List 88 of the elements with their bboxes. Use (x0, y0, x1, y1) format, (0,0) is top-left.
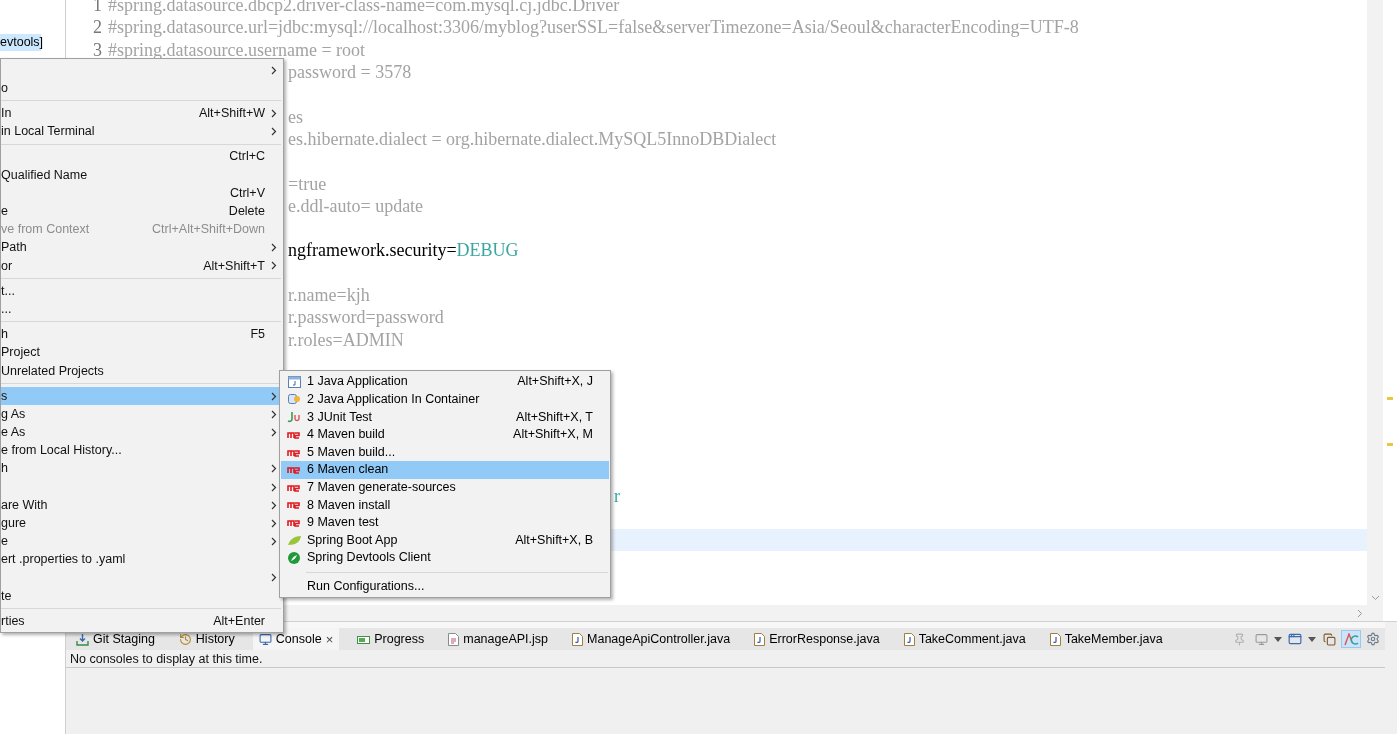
menu-item[interactable]: gure (1, 514, 283, 533)
line-number: 3 (92, 40, 102, 59)
line-number: 1 (92, 0, 102, 15)
menu-item[interactable]: ... (1, 300, 283, 319)
code-text: password = 3578 (288, 62, 412, 83)
view-tab[interactable]: Git Staging (70, 628, 161, 650)
maven-icon (287, 518, 301, 528)
maven-icon (287, 430, 301, 440)
menu-item[interactable]: rties Alt+Enter (1, 612, 283, 631)
gear-window-icon (287, 393, 301, 406)
menu-item[interactable]: 2 Java Application In Container (281, 390, 609, 409)
menu-item[interactable]: Project (1, 343, 283, 362)
menu-item[interactable]: e from Local History... (1, 441, 283, 460)
leaf-icon (286, 534, 302, 546)
menu-item[interactable]: 4 Maven build Alt+Shift+X, M (281, 425, 609, 444)
menu-item[interactable]: 9 Maven test (281, 513, 609, 532)
maven-icon (287, 465, 301, 475)
menu-item[interactable]: 1 Java Application Alt+Shift+X, J (281, 373, 609, 391)
menu-item[interactable]: h (1, 459, 283, 478)
view-tab[interactable]: TakeComment.java (897, 628, 1032, 650)
menu-item[interactable]: 3 JUnit Test Alt+Shift+X, T (281, 408, 609, 426)
tree-item[interactable]: evtools] (0, 34, 41, 51)
menu-item[interactable]: e As (1, 423, 283, 442)
menu-item[interactable]: 5 Maven build... (281, 443, 609, 461)
code-text: e.ddl-auto= update (288, 195, 424, 216)
code-text: #spring.datasource.url=jdbc:mysql://localhost:3306/myblog?userSSL=false&serverTimezone=Asia/Seoul&characterEncoding=UTF-8 (108, 17, 1079, 38)
java-file-icon (572, 632, 584, 646)
vertical-scrollbar[interactable] (1367, 0, 1383, 621)
leaf-circle-icon (288, 551, 300, 564)
view-tab[interactable]: ErrorResponse.java (748, 628, 886, 650)
maven-icon (287, 500, 301, 510)
view-tab[interactable]: Console × (252, 628, 340, 650)
menu-item[interactable]: Path (1, 238, 283, 257)
menu-item[interactable]: or Alt+Shift+T (1, 256, 283, 276)
scroll-right-icon[interactable] (1357, 608, 1363, 618)
menu-item[interactable]: te (1, 587, 283, 606)
menu-item[interactable]: g As (1, 405, 283, 424)
code-text: r (614, 485, 620, 506)
menu-item[interactable]: ert .properties to .yaml (1, 550, 283, 569)
java-file-icon (754, 632, 766, 646)
menu-item[interactable]: e Delete (1, 202, 283, 221)
java-file-icon (903, 632, 915, 646)
code-text: r.roles=ADMIN (288, 329, 404, 350)
code-text: r.name=kjh (288, 285, 370, 305)
code-text: =true (288, 173, 327, 194)
menu-item[interactable]: h F5 (1, 325, 283, 344)
maven-icon (287, 482, 301, 492)
code-text: r.password=password (288, 307, 444, 328)
menu-item[interactable]: Spring Boot App Alt+Shift+X, B (281, 531, 609, 549)
menu-item[interactable]: 7 Maven generate-sources (281, 478, 609, 497)
code-text: es (288, 106, 303, 127)
menu-item[interactable]: 6 Maven clean (281, 460, 609, 479)
menu-item[interactable]: Spring Devtools Client (281, 548, 609, 567)
java-file-icon (1049, 632, 1061, 646)
junit-icon (287, 411, 301, 423)
line-number: 2 (92, 18, 102, 37)
menu-item[interactable]: In Alt+Shift+W (1, 104, 283, 123)
view-tab[interactable]: Progress (351, 628, 431, 650)
menu-item[interactable]: are With (1, 496, 283, 515)
warning-marker[interactable] (1387, 397, 1393, 400)
view-tab[interactable]: ManageApiController.java (566, 628, 737, 650)
menu-item[interactable]: Unrelated Projects (1, 361, 283, 380)
menu-item[interactable]: 8 Maven install (281, 496, 609, 514)
code-text: #spring.datasource.username = root (108, 39, 366, 60)
menu-item[interactable]: in Local Terminal (1, 122, 283, 141)
file-icon (448, 632, 460, 646)
view-tab[interactable]: manageAPI.jsp (442, 628, 555, 650)
wrap-icon[interactable] (1341, 630, 1361, 648)
menu-item[interactable]: Ctrl+C (1, 147, 283, 166)
menu-item[interactable]: Qualified Name (1, 165, 283, 185)
history-icon (178, 632, 192, 646)
menu-item[interactable]: t... (1, 282, 283, 301)
view-tab[interactable]: History (172, 628, 241, 650)
window-icon (287, 375, 301, 388)
code-text: ngframework.security=DEBUG (288, 240, 519, 261)
maven-icon (287, 447, 301, 457)
menu-item[interactable]: Run Configurations... (281, 577, 609, 596)
code-text: es.hibernate.dialect = org.hibernate.dialect.MySQL5InnoDBDialect (288, 128, 777, 149)
menu-item[interactable]: o (1, 79, 283, 98)
close-tab-button[interactable]: × (325, 632, 334, 646)
menu-item[interactable]: e (1, 532, 283, 551)
download-tray-icon (76, 632, 89, 646)
menu-item[interactable]: Ctrl+V (1, 184, 283, 203)
monitor-icon (258, 632, 272, 646)
scroll-down-icon[interactable] (1370, 595, 1380, 601)
progress-icon (357, 633, 371, 645)
warning-marker[interactable] (1387, 443, 1393, 446)
view-tab[interactable]: TakeMember.java (1043, 628, 1169, 650)
